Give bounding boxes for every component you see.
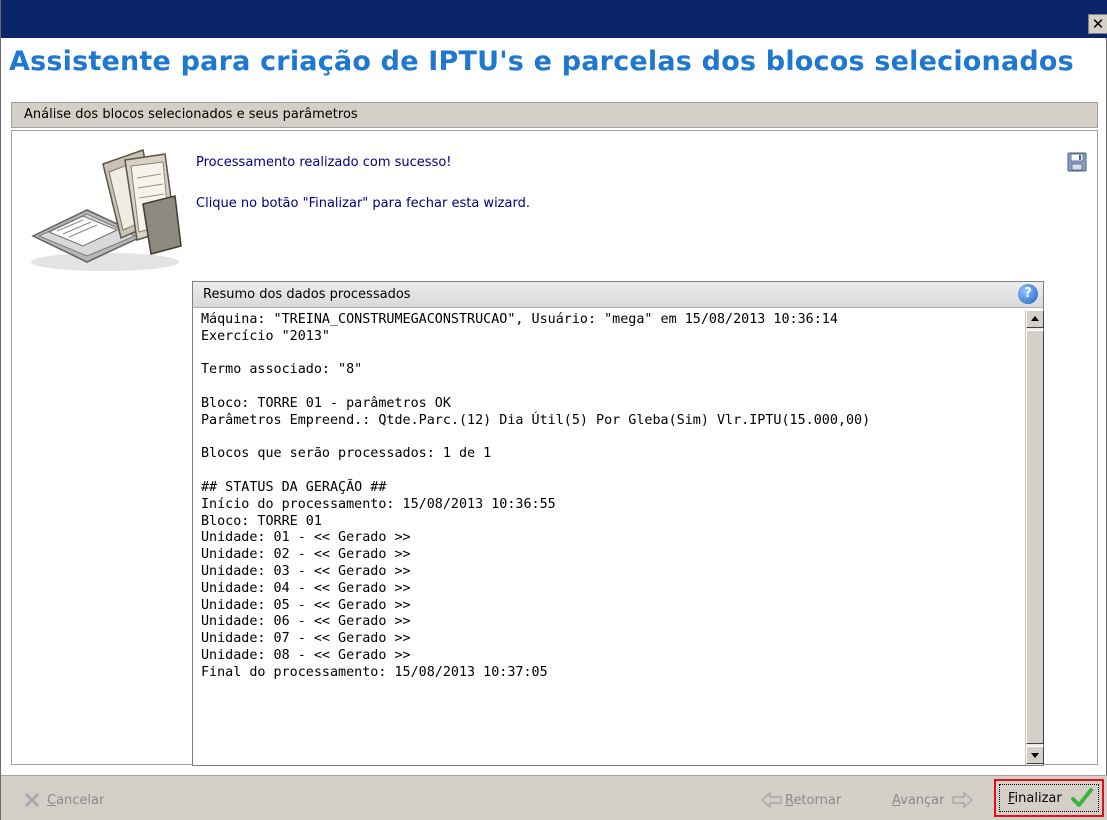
folder-documents-illustration bbox=[31, 149, 182, 271]
finish-button[interactable]: Finalizar bbox=[994, 779, 1104, 817]
arrow-right-icon bbox=[951, 792, 973, 808]
scroll-down-button[interactable] bbox=[1026, 746, 1044, 764]
back-button-label: etornar bbox=[793, 792, 842, 808]
help-icon[interactable]: ? bbox=[1018, 284, 1038, 304]
close-button[interactable]: ✕ bbox=[1088, 14, 1107, 34]
section-header: Análise dos blocos selecionados e seus p… bbox=[11, 102, 1098, 128]
arrow-down-icon bbox=[1031, 753, 1039, 758]
scroll-up-button[interactable] bbox=[1026, 310, 1044, 328]
save-icon[interactable] bbox=[1066, 151, 1088, 173]
cancel-button-mnemonic: C bbox=[47, 792, 57, 808]
wizard-window: ✕ Assistente para criação de IPTU's e pa… bbox=[0, 0, 1107, 820]
title-bar[interactable]: ✕ bbox=[1, 0, 1107, 38]
success-message: Processamento realizado com sucesso! bbox=[196, 155, 452, 170]
arrow-left-icon bbox=[761, 792, 782, 808]
arrow-up-icon bbox=[1031, 316, 1039, 321]
processing-log-text[interactable]: Máquina: "TREINA_CONSTRUMEGACONSTRUCAO",… bbox=[201, 312, 1019, 762]
checkmark-icon bbox=[1070, 788, 1093, 807]
wizard-button-bar: Cancelar Retornar Avançar Finalizar bbox=[1, 775, 1107, 820]
finish-button-label: inalizar bbox=[1014, 790, 1062, 806]
next-button-mnemonic: A bbox=[892, 792, 901, 808]
finish-button-focus: Finalizar bbox=[999, 784, 1099, 812]
page-title: Assistente para criação de IPTU's e parc… bbox=[9, 46, 1074, 77]
summary-panel: Resumo dos dados processados ? Máquina: … bbox=[192, 281, 1044, 766]
instruction-message: Clique no botão "Finalizar" para fechar … bbox=[196, 196, 530, 211]
next-button[interactable]: Avançar bbox=[892, 792, 973, 808]
cancel-button-label: ancelar bbox=[56, 792, 105, 808]
back-button[interactable]: Retornar bbox=[761, 792, 841, 808]
summary-title: Resumo dos dados processados bbox=[203, 287, 411, 302]
scroll-thumb[interactable] bbox=[1026, 330, 1044, 744]
log-scrollbar[interactable] bbox=[1025, 310, 1044, 765]
cancel-button[interactable]: Cancelar bbox=[23, 792, 104, 808]
section-header-label: Análise dos blocos selecionados e seus p… bbox=[24, 107, 358, 122]
summary-header: Resumo dos dados processados ? bbox=[193, 282, 1043, 308]
x-icon bbox=[24, 792, 40, 808]
next-button-label: vançar bbox=[900, 792, 945, 808]
